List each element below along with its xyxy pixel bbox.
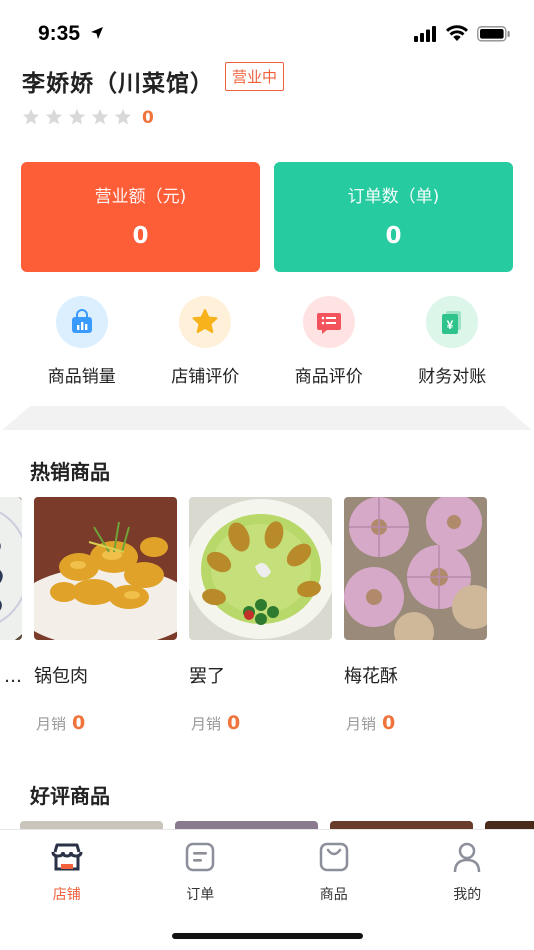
- content-area[interactable]: 热销商品 扌… 锅包肉 月销 0 罢了 月销 0: [0, 430, 534, 830]
- sales-value: 0: [227, 712, 241, 734]
- product-sales: 月销 0: [189, 712, 332, 734]
- status-time: 9:35: [38, 22, 81, 45]
- hot-products-list[interactable]: 扌… 锅包肉 月销 0 罢了 月销 0: [0, 497, 499, 734]
- order-icon: [186, 842, 215, 872]
- rating-row: 0: [22, 106, 154, 128]
- quick-action-label: 商品评价: [294, 367, 363, 387]
- quick-action-circle: [55, 296, 108, 348]
- quick-action-goods-review[interactable]: 商品评价: [267, 296, 391, 387]
- tab-label: 商品: [319, 887, 348, 903]
- svg-text:¥: ¥: [447, 318, 454, 332]
- tab-label: 订单: [186, 887, 215, 903]
- location-arrow-icon: [91, 27, 103, 39]
- star-badge-icon: [192, 309, 218, 333]
- rating-score: 0: [142, 108, 154, 128]
- tab-profile[interactable]: 我的: [401, 830, 534, 904]
- quick-action-circle: ¥: [426, 296, 479, 348]
- product-image: [0, 497, 22, 640]
- orders-card[interactable]: 订单数（单) 0: [274, 162, 513, 272]
- product-sales: 月销 0: [344, 712, 487, 734]
- profile-icon: [454, 842, 481, 873]
- product-sales: 月销 0: [34, 712, 177, 734]
- shop-name: 李娇娇（川菜馆）: [22, 71, 214, 97]
- product-card[interactable]: 扌…: [0, 497, 22, 734]
- product-image: [34, 497, 177, 640]
- star-icon: [22, 108, 40, 125]
- product-name: 锅包肉: [34, 666, 88, 687]
- quick-actions: 商品销量 店铺评价 商品评价 ¥ 财务对账: [20, 296, 514, 387]
- revenue-label: 营业额（元): [94, 187, 187, 207]
- revenue-value: 0: [132, 223, 149, 249]
- tab-bar: 店铺 订单 商品 我的: [0, 829, 534, 950]
- quick-action-circle: [302, 296, 355, 348]
- good-products-title: 好评商品: [30, 784, 110, 808]
- sales-value: 0: [72, 712, 86, 734]
- product-name: 扌…: [0, 666, 22, 687]
- sales-value: 0: [382, 712, 396, 734]
- tab-orders[interactable]: 订单: [134, 830, 268, 904]
- tab-label: 我的: [453, 887, 482, 903]
- stat-cards: 营业额（元) 0 订单数（单) 0: [21, 162, 513, 272]
- battery-icon: [477, 26, 510, 42]
- quick-action-circle: [179, 296, 232, 348]
- quick-action-label: 财务对账: [418, 367, 487, 387]
- home-indicator[interactable]: [172, 933, 363, 939]
- product-image: [344, 497, 487, 640]
- product-card[interactable]: 梅花酥 月销 0: [344, 497, 487, 734]
- tab-store[interactable]: 店铺: [0, 830, 134, 904]
- quick-action-label: 店铺评价: [171, 367, 240, 387]
- star-icon: [45, 108, 63, 125]
- tab-label: 店铺: [52, 887, 81, 903]
- goods-bag-icon: [319, 842, 348, 872]
- yen-document-icon: ¥: [442, 311, 462, 334]
- status-badge: 营业中: [225, 62, 285, 91]
- quick-action-sales[interactable]: 商品销量: [20, 296, 144, 387]
- sales-label: 月销: [36, 715, 67, 733]
- sales-label: 月销: [346, 715, 377, 733]
- star-icon: [91, 108, 109, 125]
- cellular-signal-icon: [414, 26, 436, 42]
- store-icon: [51, 843, 83, 871]
- hot-products-title: 热销商品: [30, 460, 110, 484]
- star-icon: [114, 108, 132, 125]
- quick-action-label: 商品销量: [47, 367, 116, 387]
- product-card[interactable]: 锅包肉 月销 0: [34, 497, 177, 734]
- tab-goods[interactable]: 商品: [267, 830, 401, 904]
- shopping-bag-chart-icon: [71, 309, 92, 333]
- section-divider: [0, 406, 534, 432]
- product-name: 梅花酥: [344, 666, 398, 687]
- shop-header: 李娇娇（川菜馆） 营业中 0: [22, 60, 512, 140]
- product-name: 罢了: [189, 666, 225, 687]
- wifi-icon: [446, 25, 468, 41]
- orders-value: 0: [385, 223, 402, 249]
- star-icon: [68, 108, 86, 125]
- product-image: [189, 497, 332, 640]
- orders-label: 订单数（单): [347, 187, 440, 207]
- sales-label: 月销: [191, 715, 222, 733]
- status-bar: 9:35: [0, 0, 534, 60]
- message-list-icon: [316, 313, 341, 334]
- product-card[interactable]: 罢了 月销 0: [189, 497, 332, 734]
- revenue-card[interactable]: 营业额（元) 0: [21, 162, 260, 272]
- quick-action-shop-review[interactable]: 店铺评价: [144, 296, 268, 387]
- quick-action-finance[interactable]: ¥ 财务对账: [391, 296, 515, 387]
